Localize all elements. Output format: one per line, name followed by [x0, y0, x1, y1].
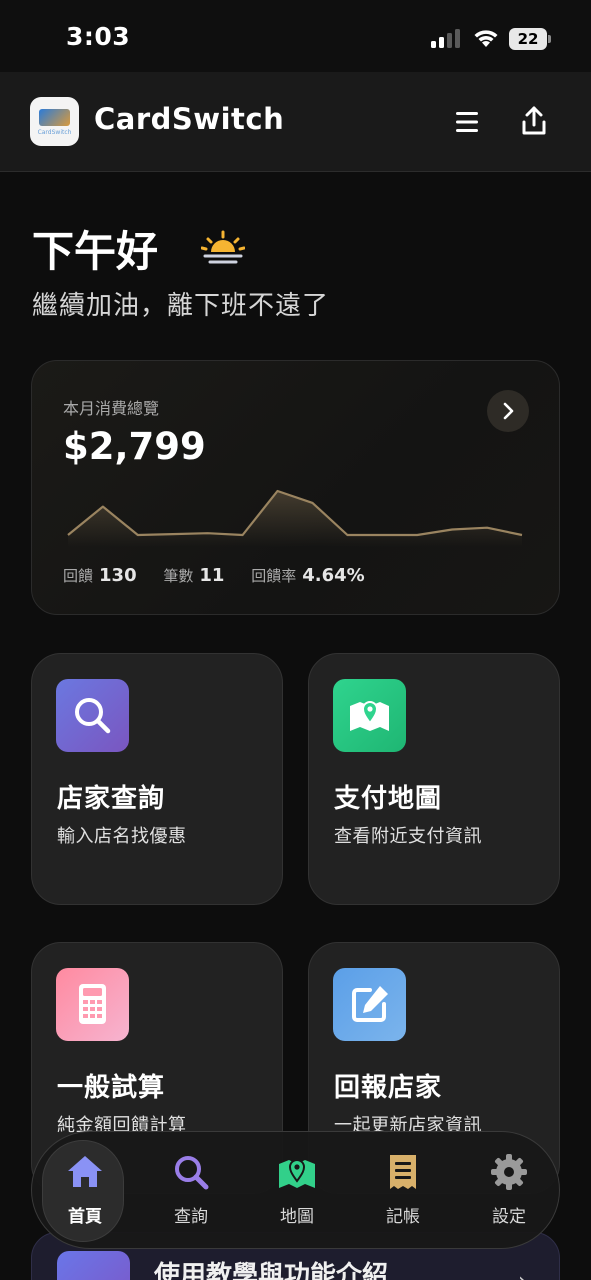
tab-label: 首頁 — [68, 1207, 102, 1227]
battery-cap — [548, 35, 551, 43]
summary-detail-button[interactable] — [487, 390, 529, 432]
map-icon — [333, 679, 406, 752]
tutorial-title: 使用教學與功能介紹 — [154, 1261, 389, 1280]
tile-store-search[interactable]: 店家查詢 輸入店名找優惠 — [31, 653, 283, 905]
map-icon — [279, 1159, 315, 1188]
tile-payment-map[interactable]: 支付地圖 查看附近支付資訊 — [308, 653, 560, 905]
tab-label: 地圖 — [280, 1207, 314, 1227]
status-time: 3:03 — [66, 22, 131, 51]
tab-map[interactable]: 地圖 — [244, 1132, 350, 1250]
app-title: CardSwitch — [94, 102, 285, 136]
receipt-icon — [390, 1155, 416, 1189]
sparkline-area — [68, 491, 522, 547]
stat-rate: 回饋率 4.64% — [251, 565, 364, 586]
search-icon — [175, 1156, 209, 1190]
summary-label: 本月消費總覽 — [63, 399, 160, 418]
stat-label: 筆數 — [163, 567, 194, 585]
spending-sparkline — [67, 489, 523, 547]
summary-stats: 回饋 130 筆數 11 回饋率 4.64% — [63, 565, 387, 586]
battery-indicator: 22 — [509, 28, 551, 50]
tab-label: 設定 — [492, 1207, 526, 1227]
battery-level: 22 — [509, 28, 547, 50]
logo-text: CardSwitch — [37, 129, 72, 136]
share-icon[interactable] — [520, 105, 548, 137]
stat-value: 11 — [199, 565, 225, 586]
menu-icon[interactable] — [453, 108, 481, 136]
chevron-right-icon: › — [518, 1269, 527, 1280]
summary-amount: $2,799 — [63, 425, 206, 468]
sunset-icon — [201, 230, 245, 264]
tab-label: 記帳 — [386, 1207, 420, 1227]
bottom-tab-bar: 首頁 查詢 地圖 記帳 設定 — [31, 1131, 560, 1249]
tile-title: 支付地圖 — [334, 784, 443, 814]
search-icon — [56, 679, 129, 752]
stat-cashback: 回饋 130 — [63, 565, 137, 586]
gear-icon — [491, 1154, 527, 1190]
tab-label: 查詢 — [174, 1207, 208, 1227]
stat-label: 回饋率 — [251, 567, 297, 585]
book-icon — [57, 1251, 130, 1280]
wifi-icon — [474, 30, 498, 47]
tile-subtitle: 輸入店名找優惠 — [57, 826, 187, 847]
tile-title: 回報店家 — [334, 1073, 443, 1103]
monthly-summary-card[interactable]: 本月消費總覽 $2,799 回饋 130 筆數 11 回饋率 4.64% — [31, 360, 560, 615]
tab-settings[interactable]: 設定 — [456, 1132, 562, 1250]
chevron-right-icon — [503, 402, 514, 420]
app-header: CardSwitch CardSwitch — [0, 72, 591, 172]
calculator-icon — [56, 968, 129, 1041]
greeting-subtitle: 繼續加油，離下班不遠了 — [32, 291, 330, 321]
stat-count: 筆數 11 — [163, 565, 224, 586]
stat-label: 回饋 — [63, 567, 94, 585]
tile-subtitle: 查看附近支付資訊 — [334, 826, 482, 847]
card-art-icon — [39, 109, 70, 126]
stat-value: 4.64% — [302, 565, 365, 586]
home-icon — [68, 1156, 102, 1187]
cellular-signal-icon — [431, 29, 460, 48]
tab-ledger[interactable]: 記帳 — [350, 1132, 456, 1250]
greeting-title: 下午好 — [32, 227, 159, 276]
tab-home[interactable]: 首頁 — [32, 1132, 138, 1250]
tab-search[interactable]: 查詢 — [138, 1132, 244, 1250]
app-logo: CardSwitch — [30, 97, 79, 146]
edit-icon — [333, 968, 406, 1041]
stat-value: 130 — [99, 565, 137, 586]
tile-title: 一般試算 — [57, 1073, 166, 1103]
status-bar: 3:03 22 — [0, 0, 591, 72]
tile-title: 店家查詢 — [57, 784, 166, 814]
